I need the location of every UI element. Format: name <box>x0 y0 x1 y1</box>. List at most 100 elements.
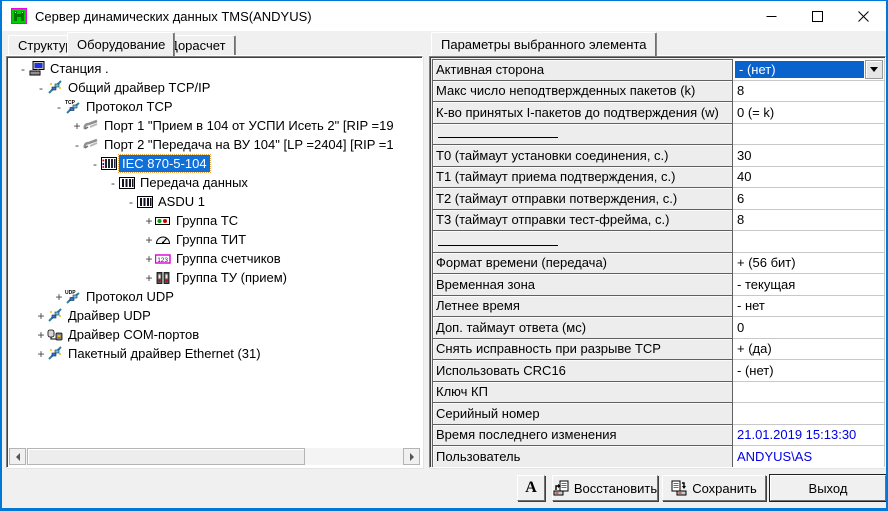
tree-item[interactable]: +123 Группа счетчиков <box>9 249 420 268</box>
property-row: К-во принятых I-пакетов до подтверждения… <box>432 102 885 124</box>
tree-item[interactable]: -TCPПротокол TCP <box>9 97 420 116</box>
scroll-left-button[interactable] <box>9 448 26 465</box>
property-value[interactable]: 8 <box>733 210 885 232</box>
property-value <box>733 231 885 253</box>
tree-item[interactable]: + Группа ТС <box>9 211 420 230</box>
property-value[interactable]: + (да) <box>733 339 885 361</box>
tree-item-label[interactable]: IEC 870-5-104 <box>119 155 210 172</box>
property-value[interactable] <box>733 382 885 404</box>
tree-item[interactable]: - Общий драйвер TCP/IP <box>9 78 420 97</box>
tree-item[interactable]: + Порт 1 "Прием в 104 от УСПИ Исеть 2" [R… <box>9 116 420 135</box>
tree-item-label[interactable]: Порт 1 "Прием в 104 от УСПИ Исеть 2" [RI… <box>101 117 397 134</box>
scroll-left-icon <box>12 453 20 461</box>
save-button[interactable]: Сохранить <box>662 475 766 501</box>
tree-item-label[interactable]: Передача данных <box>137 174 251 191</box>
tab-label: Дорасчет <box>169 38 226 53</box>
app-icon <box>11 8 27 24</box>
svg-text:123: 123 <box>157 256 168 263</box>
expand-icon[interactable]: + <box>143 233 155 247</box>
tree-item-label[interactable]: Драйвер COM-портов <box>65 326 202 343</box>
tree-item-label[interactable]: Группа ТУ (прием) <box>173 269 290 286</box>
scroll-right-button[interactable] <box>403 448 420 465</box>
tab-label: Оборудование <box>77 37 165 52</box>
font-button[interactable]: A <box>517 475 545 501</box>
expand-icon[interactable]: + <box>35 309 47 323</box>
property-value[interactable] <box>733 403 885 425</box>
tree-item-label[interactable]: Порт 2 "Передача на ВУ 104" [LP =2404] [… <box>101 136 397 153</box>
window-title: Сервер динамических данных TMS(ANDYUS) <box>35 9 312 24</box>
tree-item[interactable]: + Драйвер COM-портов <box>9 325 420 344</box>
tree-item[interactable]: - Передача данных <box>9 173 420 192</box>
property-label: T0 (таймаут установки соединения, с.) <box>432 145 733 167</box>
property-value[interactable]: - нет <box>733 296 885 318</box>
property-value[interactable]: ANDYUS\AS <box>733 446 885 468</box>
tree-item-label[interactable]: Группа ТИТ <box>173 231 249 248</box>
collapse-icon[interactable]: - <box>89 157 101 171</box>
equipment-tree-panel: -Станция .-Общий драйвер TCP/IP-TCPПрото… <box>6 56 423 468</box>
computer-icon <box>29 61 47 77</box>
tree-item[interactable]: - Станция . <box>9 59 420 78</box>
collapse-icon[interactable]: - <box>107 176 119 190</box>
tree-item-label[interactable]: Протокол UDP <box>83 288 177 305</box>
property-row: Макс число неподтвержденных пакетов (k)8 <box>432 81 885 103</box>
tree-item[interactable]: + Драйвер UDP <box>9 306 420 325</box>
network-driver-icon <box>47 80 65 96</box>
collapse-icon[interactable]: - <box>71 138 83 152</box>
property-row: Активная сторона- (нет) <box>432 59 885 81</box>
tree-item[interactable]: + Группа ТУ (прием) <box>9 268 420 287</box>
tree-item-label[interactable]: Драйвер UDP <box>65 307 154 324</box>
property-value[interactable]: 0 <box>733 317 885 339</box>
expand-icon[interactable]: + <box>143 252 155 266</box>
property-value[interactable]: 0 (= k) <box>733 102 885 124</box>
expand-icon[interactable]: + <box>143 214 155 228</box>
tab-selected-element-params[interactable]: Параметры выбранного элемента <box>431 32 657 56</box>
property-label: Формат времени (передача) <box>432 253 733 275</box>
tab-equipment[interactable]: Оборудование <box>67 32 175 56</box>
dropdown-arrow-button[interactable] <box>865 60 883 79</box>
tree-item[interactable]: - ASDU 1 <box>9 192 420 211</box>
collapse-icon[interactable]: - <box>17 62 29 76</box>
tree-item-label[interactable]: Группа счетчиков <box>173 250 284 267</box>
port-icon <box>83 118 101 134</box>
property-grid: Активная сторона- (нет)Макс число неподт… <box>432 59 885 468</box>
active-side-dropdown[interactable]: - (нет) <box>734 60 883 79</box>
scrollbar-thumb[interactable] <box>27 448 305 465</box>
collapse-icon[interactable]: - <box>53 100 65 114</box>
tree-item[interactable]: - Порт 2 "Передача на ВУ 104" [LP =2404] … <box>9 135 420 154</box>
restore-button[interactable]: Восстановить <box>552 475 658 501</box>
tree-item-label[interactable]: ASDU 1 <box>155 193 208 210</box>
property-value[interactable]: 8 <box>733 81 885 103</box>
tree-item-label[interactable]: Протокол TCP <box>83 98 176 115</box>
tree-item-label[interactable]: Станция . <box>47 60 112 77</box>
property-row: T3 (таймаут отправки тест-фрейма, с.)8 <box>432 210 885 232</box>
property-value[interactable]: - текущая <box>733 274 885 296</box>
tree-item-label[interactable]: Пакетный драйвер Ethernet (31) <box>65 345 264 362</box>
expand-icon[interactable]: + <box>71 119 83 133</box>
property-value[interactable]: 6 <box>733 188 885 210</box>
expand-icon[interactable]: + <box>35 328 47 342</box>
collapse-icon[interactable]: - <box>35 81 47 95</box>
minimize-button[interactable] <box>748 1 794 31</box>
property-value[interactable]: 40 <box>733 167 885 189</box>
property-value[interactable]: - (нет) <box>733 59 885 81</box>
collapse-icon[interactable]: - <box>125 195 137 209</box>
property-value[interactable]: 30 <box>733 145 885 167</box>
tree-item[interactable]: - IEC 870-5-104 <box>9 154 420 173</box>
property-value[interactable]: + (56 бит) <box>733 253 885 275</box>
exit-button[interactable]: Выход <box>770 475 886 501</box>
close-button[interactable] <box>840 1 886 31</box>
expand-icon[interactable]: + <box>143 271 155 285</box>
horizontal-scrollbar[interactable] <box>9 448 420 465</box>
property-value[interactable]: - (нет) <box>733 360 885 382</box>
tree-item[interactable]: + Группа ТИТ <box>9 230 420 249</box>
tree: -Станция .-Общий драйвер TCP/IP-TCPПрото… <box>9 59 420 448</box>
expand-icon[interactable]: + <box>35 347 47 361</box>
tree-item[interactable]: +UDPПротокол UDP <box>9 287 420 306</box>
property-value[interactable]: 21.01.2019 15:13:30 <box>733 425 885 447</box>
expand-icon[interactable]: + <box>53 290 65 304</box>
tree-item[interactable]: + Пакетный драйвер Ethernet (31) <box>9 344 420 363</box>
network-driver-icon <box>47 308 65 324</box>
tree-item-label[interactable]: Общий драйвер TCP/IP <box>65 79 213 96</box>
maximize-button[interactable] <box>794 1 840 31</box>
tree-item-label[interactable]: Группа ТС <box>173 212 241 229</box>
